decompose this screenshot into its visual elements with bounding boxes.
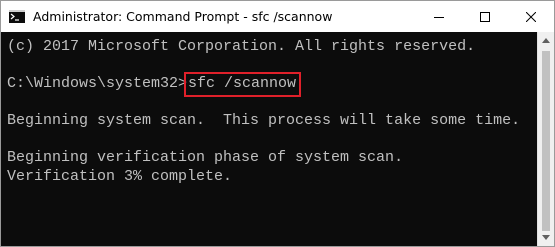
verification-progress-line: Verification 3% complete. (7, 167, 233, 185)
scroll-down-button[interactable] (538, 229, 554, 246)
close-button[interactable] (508, 1, 554, 32)
maximize-icon (480, 11, 490, 22)
command-line: C:\Windows\system32>sfc /scannow (7, 72, 537, 97)
console-output[interactable]: (c) 2017 Microsoft Corporation. All righ… (1, 32, 537, 246)
vertical-scrollbar[interactable] (537, 32, 554, 246)
cmd-app-icon (9, 10, 25, 23)
window-title: Administrator: Command Prompt - sfc /sca… (33, 9, 333, 24)
verification-phase-line: Beginning verification phase of system s… (7, 149, 404, 166)
highlighted-command: sfc /scannow (184, 72, 302, 97)
window-controls (416, 1, 554, 32)
maximize-button[interactable] (462, 1, 508, 32)
scroll-down-arrow-icon (542, 235, 550, 240)
copyright-line: (c) 2017 Microsoft Corporation. All righ… (7, 38, 476, 55)
scroll-up-button[interactable] (538, 32, 554, 49)
minimize-icon (434, 16, 444, 18)
minimize-button[interactable] (416, 1, 462, 32)
command-prompt-window: Administrator: Command Prompt - sfc /sca… (0, 0, 555, 247)
scrollbar-thumb[interactable] (542, 51, 550, 231)
prompt-text: C:\Windows\system32> (7, 75, 188, 92)
close-icon (526, 11, 536, 22)
title-bar[interactable]: Administrator: Command Prompt - sfc /sca… (1, 1, 554, 32)
scroll-up-arrow-icon (542, 38, 550, 43)
scan-start-line: Beginning system scan. This process will… (7, 112, 521, 129)
